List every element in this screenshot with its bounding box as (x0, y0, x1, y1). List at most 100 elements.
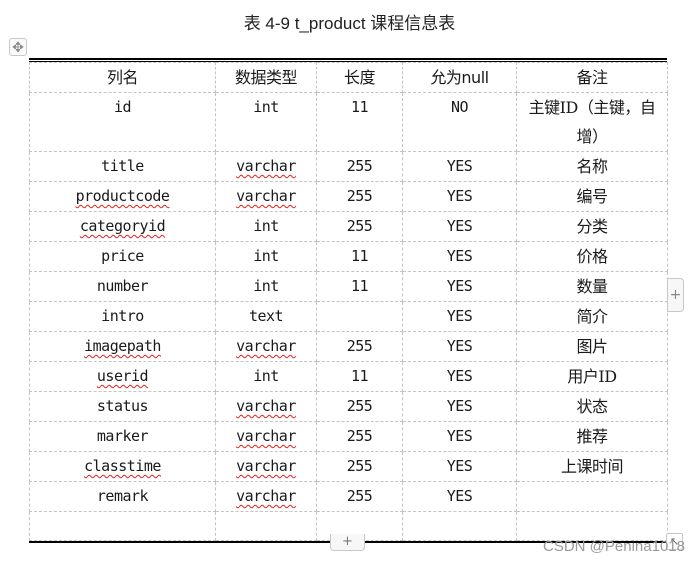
remark-cell[interactable]: 主键ID（主键，自增） (516, 92, 668, 152)
nullable-text: YES (446, 187, 473, 205)
data-type-text: int (253, 217, 279, 235)
data-type-cell[interactable]: int (215, 361, 317, 392)
column-name-cell[interactable]: classtime (29, 451, 216, 482)
length-cell[interactable] (316, 301, 403, 332)
column-name-cell[interactable] (29, 511, 216, 541)
nullable-cell[interactable]: NO (402, 92, 517, 152)
table-move-handle-icon[interactable]: ✥ (9, 38, 27, 56)
length-cell[interactable]: 255 (316, 331, 403, 362)
data-type-cell[interactable]: int (215, 241, 317, 272)
data-type-cell[interactable]: int (215, 92, 317, 152)
length-cell[interactable]: 255 (316, 151, 403, 182)
header-cell[interactable]: 长度 (316, 62, 403, 93)
length-cell[interactable]: 11 (316, 241, 403, 272)
remark-cell[interactable]: 简介 (516, 301, 668, 332)
column-name-cell[interactable]: productcode (29, 181, 216, 212)
nullable-cell[interactable]: YES (402, 481, 517, 512)
data-type-cell[interactable]: varchar (215, 331, 317, 362)
length-cell[interactable]: 11 (316, 92, 403, 152)
column-name-cell[interactable]: imagepath (29, 331, 216, 362)
table-row: price int 11 YES 价格 (29, 241, 668, 272)
length-cell[interactable]: 255 (316, 211, 403, 242)
data-type-cell[interactable] (215, 511, 317, 541)
product-table: 列名 数据类型 长度 允为null 备注 id int 11 NO 主键ID（主键，自增… (29, 62, 668, 541)
data-type-cell[interactable]: varchar (215, 181, 317, 212)
data-type-cell[interactable]: int (215, 271, 317, 302)
nullable-cell[interactable]: YES (402, 301, 517, 332)
remark-cell[interactable]: 编号 (516, 181, 668, 212)
column-name-cell[interactable]: intro (29, 301, 216, 332)
remark-cell[interactable]: 价格 (516, 241, 668, 272)
remark-cell[interactable]: 数量 (516, 271, 668, 302)
nullable-text: YES (446, 367, 473, 385)
add-column-button[interactable]: + (667, 278, 684, 312)
remark-text: 状态 (576, 397, 608, 416)
column-name-cell[interactable]: userid (29, 361, 216, 392)
header-cell[interactable]: 备注 (516, 62, 668, 93)
header-cell[interactable]: 允为null (402, 62, 517, 93)
nullable-cell[interactable] (402, 511, 517, 541)
length-cell[interactable]: 255 (316, 391, 403, 422)
remark-text: 分类 (576, 217, 608, 236)
remark-cell[interactable] (516, 481, 668, 512)
nullable-cell[interactable]: YES (402, 421, 517, 452)
nullable-cell[interactable]: YES (402, 211, 517, 242)
column-name-text: imagepath (84, 337, 161, 355)
column-name-cell[interactable]: title (29, 151, 216, 182)
table-caption: 表 4-9 t_product 课程信息表 (243, 14, 456, 33)
column-name-cell[interactable]: number (29, 271, 216, 302)
column-name-text: id (113, 98, 132, 116)
data-type-cell[interactable]: varchar (215, 451, 317, 482)
data-type-cell[interactable]: varchar (215, 151, 317, 182)
column-name-cell[interactable]: remark (29, 481, 216, 512)
data-type-cell[interactable]: varchar (215, 421, 317, 452)
header-cell[interactable]: 数据类型 (215, 62, 317, 93)
length-cell[interactable]: 255 (316, 421, 403, 452)
remark-cell[interactable]: 分类 (516, 211, 668, 242)
length-cell[interactable]: 11 (316, 271, 403, 302)
remark-cell[interactable]: 状态 (516, 391, 668, 422)
nullable-cell[interactable]: YES (402, 331, 517, 362)
length-text: 255 (346, 457, 373, 475)
column-name-cell[interactable]: status (29, 391, 216, 422)
length-text: 11 (350, 367, 369, 385)
data-type-cell[interactable]: varchar (215, 391, 317, 422)
remark-cell[interactable]: 图片 (516, 331, 668, 362)
length-cell[interactable]: 255 (316, 481, 403, 512)
nullable-cell[interactable]: YES (402, 181, 517, 212)
column-name-cell[interactable]: id (29, 92, 216, 152)
nullable-cell[interactable]: YES (402, 151, 517, 182)
column-name-cell[interactable]: marker (29, 421, 216, 452)
remark-cell[interactable]: 名称 (516, 151, 668, 182)
header-cell[interactable]: 列名 (29, 62, 216, 93)
table-row: title varchar 255 YES 名称 (29, 151, 668, 182)
data-type-text: varchar (236, 157, 296, 175)
column-name-cell[interactable]: categoryid (29, 211, 216, 242)
nullable-cell[interactable]: YES (402, 361, 517, 392)
data-type-cell[interactable]: int (215, 211, 317, 242)
length-cell[interactable]: 11 (316, 361, 403, 392)
nullable-cell[interactable]: YES (402, 271, 517, 302)
nullable-cell[interactable]: YES (402, 241, 517, 272)
nullable-cell[interactable]: YES (402, 451, 517, 482)
remark-cell[interactable]: 用户ID (516, 361, 668, 392)
length-cell[interactable]: 255 (316, 451, 403, 482)
table-row: productcode varchar 255 YES 编号 (29, 181, 668, 212)
length-text: 255 (346, 157, 373, 175)
add-row-button[interactable]: + (330, 534, 365, 551)
nullable-cell[interactable]: YES (402, 391, 517, 422)
remark-text: 数量 (576, 277, 608, 296)
table-row: categoryid int 255 YES 分类 (29, 211, 668, 242)
length-cell[interactable]: 255 (316, 181, 403, 212)
length-text: 255 (346, 427, 373, 445)
data-type-cell[interactable]: varchar (215, 481, 317, 512)
watermark: CSDN @Penina1018 (543, 538, 685, 555)
remark-cell[interactable]: 推荐 (516, 421, 668, 452)
remark-text: 推荐 (576, 427, 608, 446)
remark-cell[interactable]: 上课时间 (516, 451, 668, 482)
data-type-cell[interactable]: text (215, 301, 317, 332)
nullable-text: YES (446, 397, 473, 415)
nullable-text: YES (446, 457, 473, 475)
column-name-cell[interactable]: price (29, 241, 216, 272)
remark-cell[interactable] (516, 511, 668, 541)
